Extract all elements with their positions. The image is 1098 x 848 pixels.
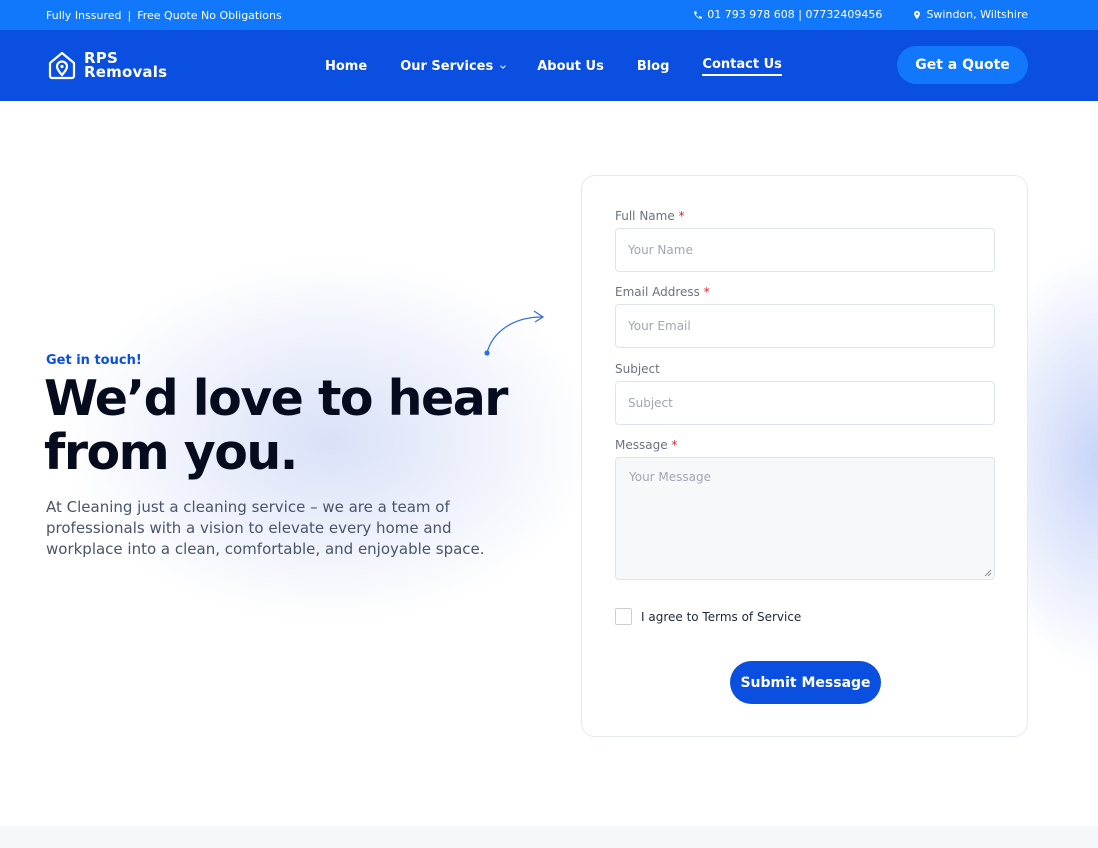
terms-checkbox[interactable] [615, 608, 632, 625]
main-menu: Home Our Services About Us Blog Contact … [325, 57, 782, 76]
nav-blog[interactable]: Blog [637, 57, 670, 76]
intro-paragraph: At Cleaning just a cleaning service – we… [46, 498, 485, 558]
logo-wordmark: RPS Removals [84, 51, 168, 81]
free-quote-text: Free Quote No Obligations [137, 9, 282, 22]
terms-agreement: I agree to Terms of Service [615, 608, 801, 625]
required-mark: * [678, 209, 685, 223]
email-label-text: Email Address [615, 285, 700, 299]
nav-contact-us[interactable]: Contact Us [702, 57, 782, 76]
nav-about-us[interactable]: About Us [537, 57, 604, 76]
required-mark: * [703, 285, 710, 299]
contact-form-card: Full Name * Your Name Email Address * Yo… [581, 175, 1028, 737]
top-info-left: Fully Inssured | Free Quote No Obligatio… [46, 9, 282, 22]
email-label: Email Address * [615, 285, 710, 299]
full-name-label: Full Name * [615, 209, 685, 223]
email-input[interactable]: Your Email [615, 304, 995, 348]
required-mark: * [671, 438, 678, 452]
full-name-input[interactable]: Your Name [615, 228, 995, 272]
house-pin-logo-icon [48, 51, 76, 80]
full-name-label-text: Full Name [615, 209, 675, 223]
location-text: Swindon, Wiltshire [926, 8, 1028, 21]
phone-icon [694, 10, 703, 19]
phone-link[interactable]: 01 793 978 608 | 07732409456 [693, 8, 882, 21]
eyebrow-text: Get in touch! [46, 353, 142, 368]
resize-handle-icon[interactable] [984, 569, 992, 577]
subject-input[interactable]: Subject [615, 381, 995, 425]
message-textarea[interactable]: Your Message [615, 457, 995, 580]
map-pin-icon [914, 10, 921, 19]
chevron-down-icon [500, 64, 506, 69]
page-title: We’d love to hear from you. [44, 370, 508, 481]
separator: | [127, 9, 132, 22]
curved-arrow-icon [484, 310, 545, 356]
nav-our-services-label: Our Services [400, 59, 494, 74]
nav-home[interactable]: Home [325, 57, 367, 76]
terms-label[interactable]: I agree to Terms of Service [641, 610, 801, 624]
message-label-text: Message [615, 438, 668, 452]
logo-line2: Removals [84, 63, 168, 81]
site-logo[interactable]: RPS Removals [46, 49, 167, 81]
location-link[interactable]: Swindon, Wiltshire [912, 8, 1028, 21]
nav-our-services[interactable]: Our Services [400, 57, 507, 76]
message-placeholder: Your Message [629, 470, 712, 484]
message-label: Message * [615, 438, 677, 452]
footer-strip [0, 826, 1098, 848]
get-a-quote-button[interactable]: Get a Quote [897, 46, 1028, 84]
top-info-right: 01 793 978 608 | 07732409456 Swindon, Wi… [693, 8, 1028, 21]
subject-label: Subject [615, 362, 660, 376]
insured-text: Fully Inssured [46, 9, 122, 22]
phone-text: 01 793 978 608 | 07732409456 [707, 8, 883, 21]
submit-message-button[interactable]: Submit Message [730, 661, 881, 704]
main-navbar: RPS Removals Home Our Services About Us … [0, 30, 1098, 101]
top-info-bar: Fully Inssured | Free Quote No Obligatio… [0, 0, 1098, 30]
